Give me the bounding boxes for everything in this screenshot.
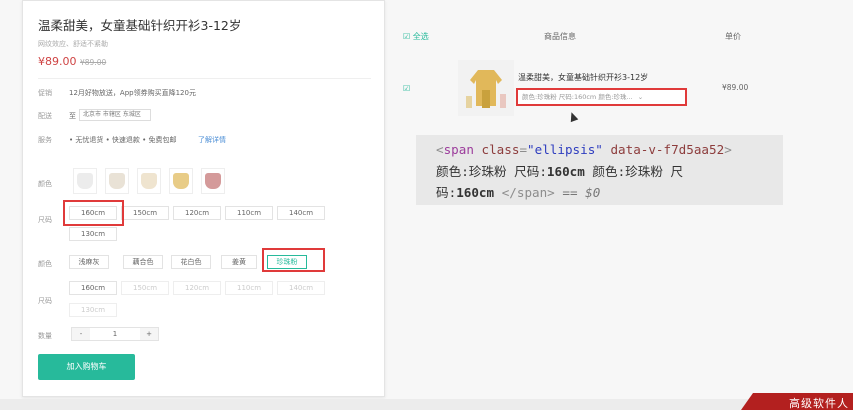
size-option-110[interactable]: 110cm (225, 206, 273, 220)
cart-item-price: ¥89.00 (722, 83, 749, 92)
bottom-band (0, 399, 853, 410)
select-all-checkbox[interactable]: ☑ 全选 (403, 31, 429, 42)
delivery-label: 配送 (38, 112, 52, 120)
size2-label: 尺码 (38, 297, 52, 305)
cart-item-attrs-text: 颜色:珍珠粉 尺码:160cm 颜色:珍珠... (522, 93, 633, 101)
color-swatch-cream[interactable] (137, 168, 161, 194)
quantity-label: 数量 (38, 332, 52, 340)
delivery-to: 至 (69, 112, 76, 120)
mouse-cursor-icon (567, 110, 579, 123)
product-title: 温柔甜美，女童基础针织开衫3-12岁 (38, 18, 242, 33)
size-option-120[interactable]: 120cm (173, 206, 221, 220)
size2-option-120[interactable]: 120cm (173, 281, 221, 295)
service-list: • 无忧退货 • 快速退款 • 免费包邮 (69, 136, 177, 144)
size2-option-160[interactable]: 160cm (69, 281, 117, 295)
quantity-input[interactable]: 1 (90, 328, 140, 340)
size2-option-130[interactable]: 130cm (69, 303, 117, 317)
promo-label: 促销 (38, 89, 52, 97)
product-subtitle: 网纹效应、舒适不紧勒 (38, 40, 108, 48)
cart-col-info: 商品信息 (544, 32, 576, 41)
size2-option-110[interactable]: 110cm (225, 281, 273, 295)
code-line-3: 码:160cm </span> == $0 (436, 185, 601, 200)
color-option-flowerwhite[interactable]: 花白色 (171, 255, 211, 269)
size-option-140[interactable]: 140cm (277, 206, 325, 220)
color-label: 颜色 (38, 180, 52, 188)
color-option-ginger[interactable]: 姜黄 (221, 255, 257, 269)
add-to-cart-button[interactable]: 加入购物车 (38, 354, 135, 380)
cart-col-price: 单价 (725, 32, 741, 41)
code-line-1: <span class="ellipsis" data-v-f7d5aa52> (436, 142, 732, 157)
highlight-color-box (262, 248, 325, 272)
color-swatch-beige[interactable] (105, 168, 129, 194)
size2-option-140[interactable]: 140cm (277, 281, 325, 295)
address-select[interactable]: 北京市 市辖区 东城区 (79, 109, 151, 121)
devtools-element-snippet: <span class="ellipsis" data-v-f7d5aa52> … (416, 135, 783, 205)
chevron-down-icon: ⌄ (637, 93, 644, 101)
color-option-lightgray[interactable]: 浅麻灰 (69, 255, 109, 269)
service-label: 服务 (38, 136, 52, 144)
cart-item-attributes[interactable]: 颜色:珍珠粉 尺码:160cm 颜色:珍珠... ⌄ (516, 88, 687, 106)
code-line-2: 颜色:珍珠粉 尺码:160cm 颜色:珍珠粉 尺 (436, 163, 684, 179)
product-thumbnail (458, 60, 514, 116)
product-panel: 温柔甜美，女童基础针织开衫3-12岁 网纹效应、舒适不紧勒 ¥89.00 ¥89… (22, 0, 385, 397)
size-label: 尺码 (38, 216, 52, 224)
color-option-lotus[interactable]: 藕合色 (123, 255, 163, 269)
quantity-stepper: - 1 + (71, 327, 159, 341)
highlight-size-box (63, 200, 124, 226)
color-swatch-yellow[interactable] (169, 168, 193, 194)
color2-label: 颜色 (38, 260, 52, 268)
product-old-price: ¥89.00 (80, 58, 107, 67)
divider (38, 78, 371, 79)
quantity-minus-button[interactable]: - (72, 328, 90, 340)
item-checkbox[interactable]: ☑ (403, 84, 410, 93)
service-detail-link[interactable]: 了解详情 (198, 135, 226, 145)
cart-item-name[interactable]: 温柔甜美，女童基础针织开衫3-12岁 (518, 72, 648, 83)
product-price: ¥89.00 (38, 55, 77, 68)
size-option-130[interactable]: 130cm (69, 227, 117, 241)
watermark-text: 高级软件人 (789, 397, 849, 410)
color-swatch-gray[interactable] (73, 168, 97, 194)
color-swatch-pink[interactable] (201, 168, 225, 194)
quantity-plus-button[interactable]: + (140, 328, 158, 340)
promo-text: 12月好物放送，App领券购买直降120元 (69, 89, 196, 97)
select-all-label: 全选 (412, 32, 429, 41)
size-option-150[interactable]: 150cm (121, 206, 169, 220)
size2-option-150[interactable]: 150cm (121, 281, 169, 295)
